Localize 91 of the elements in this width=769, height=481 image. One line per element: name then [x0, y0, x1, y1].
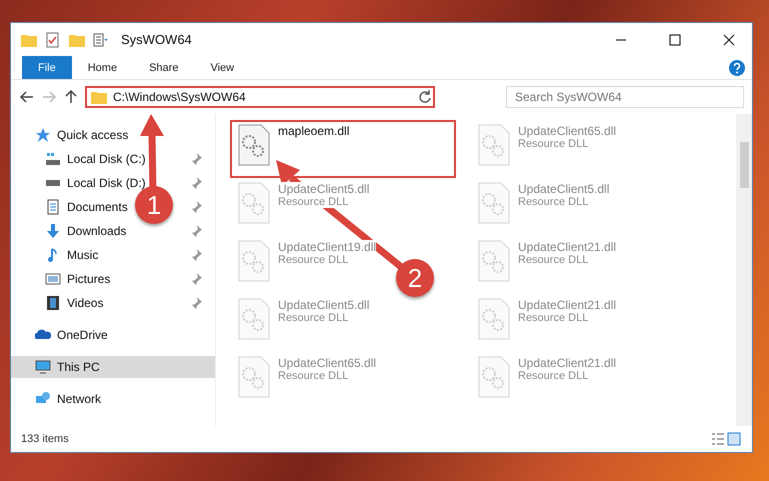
settings-file-icon	[478, 182, 510, 224]
file-item[interactable]: UpdateClient65.dll Resource DLL	[230, 352, 384, 410]
file-name: mapleoem.dll	[278, 124, 350, 138]
file-item[interactable]: UpdateClient21.dll Resource DLL	[470, 352, 624, 410]
selected-nav-item[interactable]: This PC	[11, 356, 215, 378]
nav-item[interactable]: Local Disk (C:)	[45, 148, 148, 170]
nav-label: Videos	[67, 296, 104, 310]
address-bar[interactable]: C:\Windows\SysWOW64	[85, 86, 435, 108]
view-menu-icon	[93, 32, 109, 48]
monitor-icon	[35, 359, 51, 375]
settings-file-icon	[238, 356, 270, 398]
file-type: Resource DLL	[278, 254, 348, 266]
settings-file-icon	[238, 124, 270, 166]
settings-file-icon	[478, 240, 510, 282]
file-item[interactable]: mapleoem.dll	[230, 120, 456, 178]
file-type: Resource DLL	[278, 312, 348, 324]
settings-file-icon	[238, 298, 270, 340]
close-icon	[723, 34, 735, 46]
file-item[interactable]: UpdateClient21.dll Resource DLL	[470, 294, 624, 352]
file-name: UpdateClient65.dll	[278, 356, 376, 370]
nav-label: Downloads	[67, 224, 126, 238]
drive-icon	[45, 180, 61, 186]
window-title: SysWOW64	[121, 32, 193, 47]
ribbon-tab[interactable]: Home	[72, 56, 134, 79]
nav-item[interactable]: Videos	[45, 292, 106, 314]
document-icon	[45, 199, 61, 215]
file-item[interactable]: UpdateClient21.dll Resource DLL	[470, 236, 624, 294]
file-name: UpdateClient19.dll	[278, 240, 376, 254]
file-name: UpdateClient5.dll	[278, 298, 370, 312]
scrollbar[interactable]	[736, 114, 752, 426]
settings-file-icon	[478, 298, 510, 340]
nav-item[interactable]: Downloads	[45, 220, 128, 242]
nav-label: Pictures	[67, 272, 110, 286]
settings-file-icon	[238, 182, 270, 224]
file-type: Resource DLL	[518, 254, 588, 266]
nav-label: Documents	[67, 200, 128, 214]
nav-item[interactable]: OneDrive	[35, 324, 110, 346]
nav-label: Network	[57, 392, 102, 406]
refresh-icon	[417, 89, 433, 105]
ribbon-tab[interactable]: View	[194, 56, 250, 79]
nav-item[interactable]: Pictures	[45, 268, 112, 290]
up-arrow-icon	[63, 89, 79, 105]
nav-label: OneDrive	[57, 328, 108, 342]
drive-icon	[45, 151, 61, 167]
file-name: UpdateClient5.dll	[518, 182, 610, 196]
nav-item[interactable]: Quick access	[35, 124, 130, 146]
file-type: Resource DLL	[518, 312, 588, 324]
file-name: UpdateClient21.dll	[518, 298, 616, 312]
settings-file-icon	[478, 356, 510, 398]
maximize-icon	[669, 34, 681, 46]
download-arrow-icon	[45, 223, 61, 239]
file-type: Resource DLL	[518, 138, 588, 150]
search-field[interactable]: Search SysWOW64	[506, 86, 744, 108]
file-type: Resource DLL	[278, 370, 348, 382]
file-item[interactable]: UpdateClient5.dll Resource DLL	[230, 294, 378, 352]
file-type: Resource DLL	[278, 196, 348, 208]
back-arrow-icon	[19, 89, 35, 105]
folder-icon	[69, 32, 85, 46]
ribbon-tab[interactable]: File	[22, 56, 72, 79]
nav-item[interactable]: Network	[35, 388, 104, 410]
nav-item[interactable]: Documents	[45, 196, 130, 218]
folder-icon	[21, 32, 37, 46]
picture-icon	[45, 271, 61, 287]
file-item[interactable]: UpdateClient65.dll Resource DLL	[470, 120, 624, 178]
properties-icon	[45, 32, 61, 48]
details-view-icon	[710, 431, 726, 447]
file-name: UpdateClient21.dll	[518, 240, 616, 254]
file-name: UpdateClient65.dll	[518, 124, 616, 138]
nav-label: Quick access	[57, 128, 128, 142]
nav-label: Music	[67, 248, 98, 262]
file-name: UpdateClient5.dll	[278, 182, 370, 196]
tiles-view-icon	[726, 431, 742, 447]
star-icon	[35, 127, 51, 143]
help-icon[interactable]	[728, 58, 746, 76]
nav-label: This PC	[57, 360, 100, 374]
ribbon-tab[interactable]: Share	[133, 56, 194, 79]
file-item[interactable]: UpdateClient19.dll Resource DLL	[230, 236, 384, 294]
nav-item[interactable]: Music	[45, 244, 100, 266]
file-type: Resource DLL	[518, 370, 588, 382]
file-type: Resource DLL	[518, 196, 588, 208]
forward-arrow-icon	[41, 89, 57, 105]
item-count: 133 items	[21, 433, 70, 445]
file-item[interactable]: UpdateClient5.dll Resource DLL	[230, 178, 378, 236]
file-name: UpdateClient21.dll	[518, 356, 616, 370]
address-path: C:\Windows\SysWOW64	[113, 90, 247, 104]
settings-file-icon	[478, 124, 510, 166]
nav-label: Local Disk (C:)	[67, 152, 146, 166]
film-icon	[45, 295, 61, 311]
file-item[interactable]: UpdateClient5.dll Resource DLL	[470, 178, 618, 236]
settings-file-icon	[238, 240, 270, 282]
folder-icon	[91, 90, 107, 104]
